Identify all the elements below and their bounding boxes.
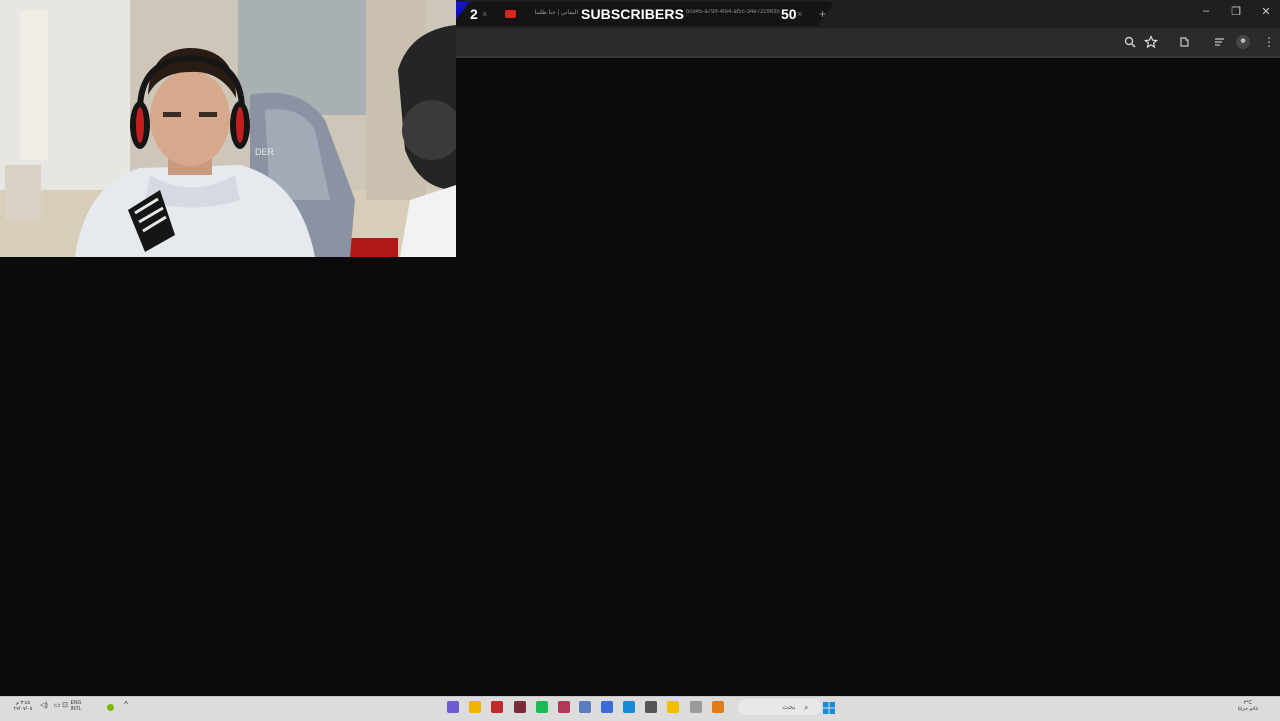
subscriber-current-count: 2 <box>470 6 478 22</box>
menu-icon[interactable]: ⋮ <box>1262 35 1276 49</box>
tab-close-icon[interactable]: × <box>797 9 802 19</box>
search-icon: ⌕ <box>804 703 809 712</box>
weather-description: غائم جزئيًا <box>1237 706 1259 712</box>
svg-text:DER: DER <box>255 147 275 157</box>
maximize-button[interactable]: ❐ <box>1226 5 1246 18</box>
widgets-taskbar-icon[interactable] <box>712 701 724 713</box>
start-button[interactable] <box>823 701 835 714</box>
app-pink-taskbar-icon[interactable] <box>558 701 570 713</box>
reading-list-icon[interactable] <box>1213 35 1227 49</box>
obs-taskbar-icon[interactable] <box>491 701 503 713</box>
volume-icon[interactable]: ◁) <box>38 702 50 709</box>
terminal-taskbar-icon[interactable] <box>514 701 526 713</box>
spotify-taskbar-icon[interactable] <box>536 701 548 713</box>
edge-taskbar-icon[interactable] <box>623 701 635 713</box>
snip-taskbar-icon[interactable] <box>601 701 613 713</box>
store-taskbar-icon[interactable] <box>645 701 657 713</box>
windows-taskbar <box>0 696 1280 721</box>
tab-title-second[interactable]: bce45-a798-4fe4-af5c-34e72c9835 <box>686 9 782 15</box>
tray-app-icon[interactable] <box>107 704 114 711</box>
zoom-icon[interactable] <box>1123 35 1137 49</box>
webcam-overlay: DER <box>0 0 456 257</box>
subscriber-label: SUBSCRIBERS <box>581 6 685 22</box>
file-explorer-taskbar-icon[interactable] <box>667 701 679 713</box>
notes-taskbar-icon[interactable] <box>690 701 702 713</box>
settings-taskbar-icon[interactable] <box>579 701 591 713</box>
language-indicator[interactable]: ENG INTL <box>68 700 84 712</box>
bookmark-star-icon[interactable] <box>1144 35 1158 49</box>
taskbar-search-box[interactable] <box>738 699 822 715</box>
clock-date: ٢٧/٠٧/٠٥ <box>13 706 33 712</box>
taskbar-search-placeholder: بحث <box>782 704 796 711</box>
profile-avatar[interactable] <box>1236 35 1250 49</box>
extensions-icon[interactable] <box>1178 35 1192 49</box>
tray-overflow-chevron-icon[interactable]: ^ <box>121 701 131 709</box>
close-window-button[interactable]: ✕ <box>1256 5 1276 18</box>
discord-taskbar-icon[interactable] <box>447 701 459 713</box>
language-secondary: INTL <box>70 706 82 712</box>
minimize-button[interactable]: – <box>1196 5 1216 17</box>
youtube-favicon-icon <box>505 10 516 18</box>
tab-title-youtube[interactable]: اليماني | حنا طلبنا <box>520 9 578 16</box>
weather-widget[interactable]: ٣°C غائم جزئيًا <box>1228 700 1268 712</box>
taskbar-clock[interactable]: ٣:٤٥ م ٢٧/٠٧/٠٥ <box>8 700 38 712</box>
webcam-video-frame: DER <box>0 0 456 257</box>
warning-taskbar-icon[interactable] <box>469 701 481 713</box>
subscriber-goal-count: 50 <box>781 6 797 22</box>
tab-close-icon[interactable]: × <box>482 9 487 19</box>
new-tab-button[interactable]: + <box>819 7 826 21</box>
